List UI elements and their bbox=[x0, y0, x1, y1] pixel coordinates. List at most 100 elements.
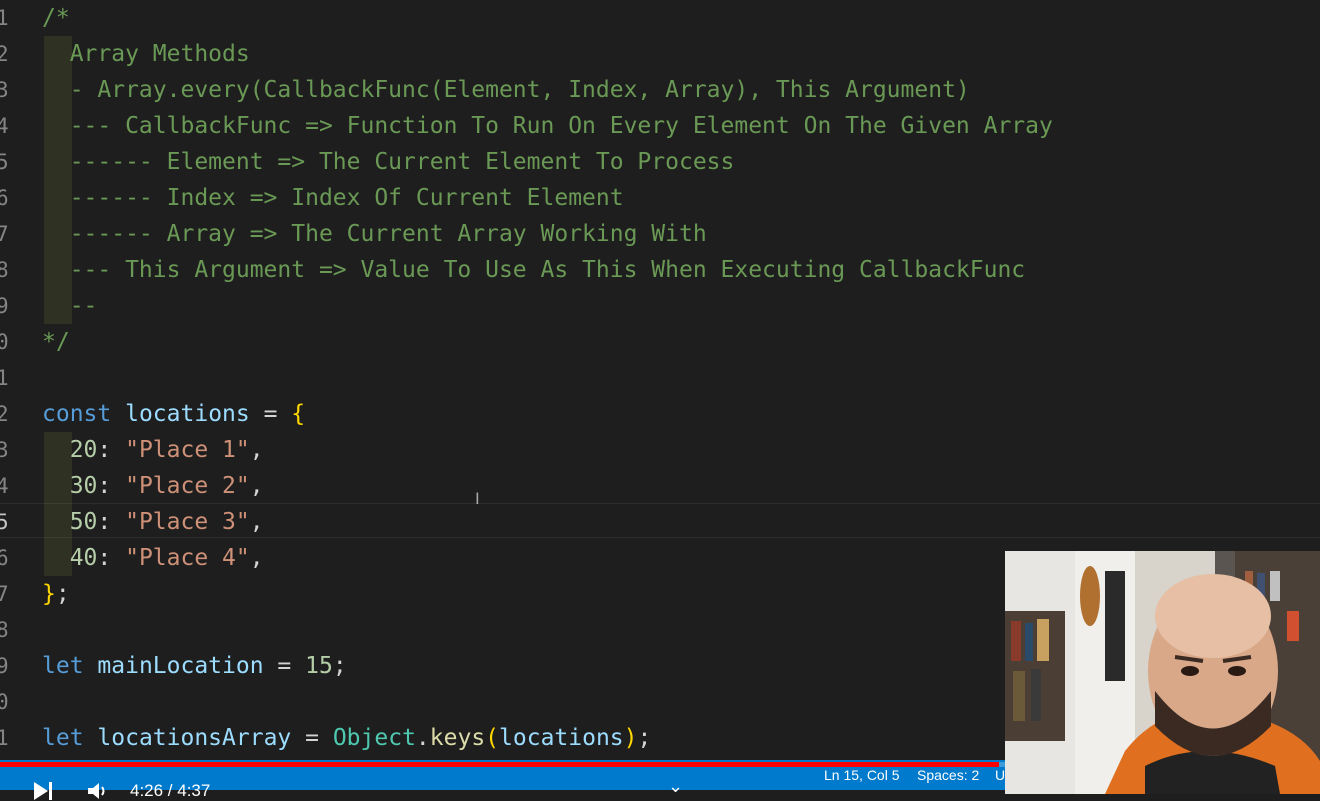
code-token: = bbox=[249, 401, 292, 427]
line-number: 4 bbox=[0, 474, 9, 498]
line-number: 1 bbox=[0, 366, 9, 390]
code-token: 30 bbox=[69, 473, 98, 499]
line-number: 1 bbox=[0, 726, 9, 750]
line-number: 1 bbox=[0, 6, 9, 30]
code-token: = bbox=[263, 653, 306, 679]
code-token: 40 bbox=[69, 545, 98, 571]
code-token: : bbox=[97, 545, 126, 571]
code-line[interactable]: ------ Element => The Current Element To… bbox=[42, 144, 735, 180]
code-token: ) bbox=[623, 725, 638, 751]
line-number: 2 bbox=[0, 402, 9, 426]
code-token: : bbox=[97, 437, 126, 463]
code-line[interactable]: ------ Index => Index Of Current Element bbox=[42, 180, 624, 216]
video-progress-fill bbox=[0, 762, 1000, 767]
code-line[interactable]: 20: "Place 1", bbox=[42, 432, 264, 468]
code-token: locationsArray bbox=[97, 725, 292, 751]
code-token: 15 bbox=[305, 653, 333, 679]
code-token: ------ Element => The Current Element To… bbox=[42, 149, 735, 175]
line-number: 9 bbox=[0, 294, 9, 318]
code-token: 50 bbox=[69, 509, 98, 535]
video-time: 4:26 / 4:37 bbox=[130, 781, 211, 800]
line-number: 0 bbox=[0, 330, 9, 354]
code-token: , bbox=[249, 545, 264, 571]
line-number: 9 bbox=[0, 654, 9, 678]
code-token: : bbox=[97, 473, 126, 499]
code-token: } bbox=[42, 581, 56, 607]
code-token: */ bbox=[42, 329, 70, 355]
code-token: locations bbox=[499, 725, 624, 751]
code-token: ( bbox=[485, 725, 500, 751]
code-token: ------ Index => Index Of Current Element bbox=[42, 185, 624, 211]
line-number: 7 bbox=[0, 222, 9, 246]
code-token: --- CallbackFunc => Function To Run On E… bbox=[42, 113, 1053, 139]
code-token: mainLocation bbox=[97, 653, 264, 679]
line-number: 8 bbox=[0, 258, 9, 282]
code-token: 20 bbox=[69, 437, 98, 463]
next-icon[interactable] bbox=[49, 782, 52, 800]
code-token: = bbox=[291, 725, 333, 751]
code-line[interactable]: let mainLocation = 15; bbox=[42, 648, 347, 684]
code-token: Array Methods bbox=[42, 41, 250, 67]
code-token: Object bbox=[332, 725, 416, 751]
line-number: 3 bbox=[0, 438, 9, 462]
code-line[interactable]: */ bbox=[42, 324, 70, 360]
code-line[interactable]: --- CallbackFunc => Function To Run On E… bbox=[42, 108, 1053, 144]
code-token: -- bbox=[42, 293, 98, 319]
code-token: ; bbox=[332, 653, 347, 679]
line-number: 4 bbox=[0, 114, 9, 138]
code-line[interactable]: }; bbox=[42, 576, 70, 612]
code-token: let bbox=[42, 725, 84, 751]
code-token: , bbox=[249, 473, 264, 499]
line-number: 7 bbox=[0, 582, 9, 606]
code-line[interactable]: -- bbox=[42, 288, 98, 324]
line-number: 8 bbox=[0, 618, 9, 642]
line-number-gutter: 1 2 3 4 5 6 7 8 9 0 1 2 3 4 5 6 7 8 9 0 1 bbox=[0, 0, 16, 760]
volume-icon[interactable] bbox=[86, 782, 110, 800]
code-line[interactable]: --- This Argument => Value To Use As Thi… bbox=[42, 252, 1025, 288]
code-line[interactable]: 30: "Place 2", bbox=[42, 468, 264, 504]
code-token: { bbox=[291, 401, 306, 427]
code-token: "Place 3" bbox=[125, 509, 250, 535]
line-number: 0 bbox=[0, 690, 9, 714]
code-line[interactable]: ------ Array => The Current Array Workin… bbox=[42, 216, 707, 252]
text-cursor-icon: I bbox=[475, 489, 480, 508]
code-token: . bbox=[415, 725, 430, 751]
code-token: ; bbox=[637, 725, 652, 751]
code-line[interactable]: Array Methods bbox=[42, 36, 250, 72]
line-number: 3 bbox=[0, 78, 9, 102]
code-token: "Place 2" bbox=[125, 473, 250, 499]
code-token: /* bbox=[42, 5, 70, 31]
code-token: , bbox=[249, 509, 264, 535]
code-line[interactable]: 50: "Place 3", bbox=[42, 504, 264, 540]
code-line[interactable]: /* bbox=[42, 0, 70, 36]
code-token: locations bbox=[125, 401, 250, 427]
code-line[interactable]: 40: "Place 4", bbox=[42, 540, 264, 576]
code-token: const bbox=[42, 401, 112, 427]
code-line[interactable]: const locations = { bbox=[42, 396, 305, 432]
code-line[interactable]: let locationsArray = Object.keys(locatio… bbox=[42, 720, 651, 756]
line-number: 5 bbox=[0, 150, 9, 174]
line-number: 2 bbox=[0, 42, 9, 66]
code-token: - Array.every(CallbackFunc(Element, Inde… bbox=[42, 77, 970, 103]
code-token: "Place 1" bbox=[125, 437, 250, 463]
code-token: : bbox=[97, 509, 126, 535]
code-token: keys bbox=[429, 725, 486, 751]
code-token: let bbox=[42, 653, 84, 679]
code-token: ------ Array => The Current Array Workin… bbox=[42, 221, 707, 247]
webcam-overlay bbox=[1005, 551, 1320, 794]
code-token: , bbox=[249, 437, 264, 463]
code-token: --- This Argument => Value To Use As Thi… bbox=[42, 257, 1026, 283]
line-number: 6 bbox=[0, 186, 9, 210]
code-line[interactable]: - Array.every(CallbackFunc(Element, Inde… bbox=[42, 72, 970, 108]
line-number: 5 bbox=[0, 510, 9, 534]
play-icon[interactable] bbox=[34, 782, 48, 800]
line-number: 6 bbox=[0, 546, 9, 570]
code-token: ; bbox=[55, 581, 70, 607]
code-token: "Place 4" bbox=[125, 545, 250, 571]
